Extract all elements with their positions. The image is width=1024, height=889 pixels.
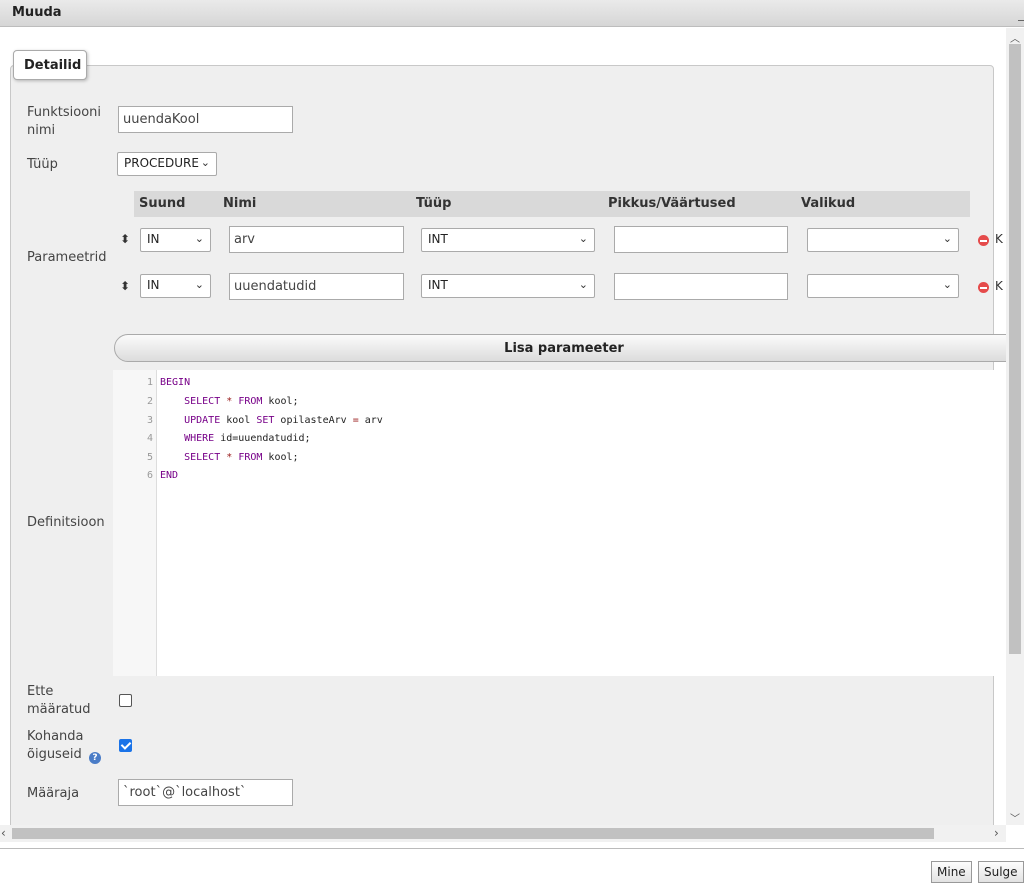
type-label: Tüüp [27,157,58,172]
param-direction-value: IN [147,232,160,246]
code-line: BEGIN [160,377,191,388]
header-direction: Suund [139,196,186,211]
param-options-select[interactable]: ⌄ [807,228,959,252]
type-select[interactable]: PROCEDURE ⌄ [117,152,217,176]
scroll-thumb[interactable] [12,828,934,839]
go-button[interactable]: Mine [931,861,972,883]
add-parameter-button[interactable]: Lisa parameeter [114,334,1006,362]
remove-circle-icon[interactable] [978,282,989,293]
scroll-down-icon[interactable]: ﹀ [1010,810,1020,825]
header-options: Valikud [801,196,856,211]
param-type-value: INT [428,278,448,292]
editor-gutter: 1 2 3 4 5 6 [113,370,157,676]
chevron-down-icon: ⌄ [578,232,588,245]
param-name-input[interactable]: uuendatudid [229,273,404,300]
line-number: 5 [146,452,153,463]
param-direction-value: IN [147,278,160,292]
scroll-right-icon[interactable]: › [994,826,999,840]
code-line: SELECT * FROM kool; [184,452,299,463]
fieldset-legend: Detailid [13,50,87,80]
deterministic-label: Ette määratud [27,684,91,717]
deterministic-checkbox[interactable] [119,694,132,707]
scroll-up-icon[interactable]: ︿ [1010,30,1020,45]
params-label: Parameetrid [27,250,107,265]
function-name-input[interactable]: uuendaKool [118,106,293,133]
line-number: 2 [146,396,153,407]
header-type: Tüüp [416,196,452,211]
chevron-down-icon: ⌄ [194,232,204,245]
function-name-label: Funktsiooni nimi [27,105,102,138]
chevron-down-icon: ⌄ [194,278,204,291]
vertical-scrollbar[interactable]: ︿ ﹀ [1006,28,1024,825]
chevron-down-icon: ⌄ [942,232,952,245]
header-name: Nimi [223,196,257,211]
remove-param-label[interactable]: K [995,279,1003,293]
adjust-privileges-checkbox[interactable] [119,739,132,752]
param-direction-select[interactable]: IN ⌄ [140,274,211,298]
drag-handle-icon[interactable]: ⬍ [120,232,130,246]
param-type-select[interactable]: INT ⌄ [421,274,595,298]
dialog-title: Muuda [12,5,62,20]
chevron-down-icon: ⌄ [200,156,210,169]
param-length-input[interactable] [614,273,788,300]
drag-handle-icon[interactable]: ⬍ [120,279,130,293]
params-table-header: Suund Nimi Tüüp Pikkus/Väärtused Valikud [134,191,970,217]
dialog-titlebar: Muuda [0,0,1024,27]
line-number: 3 [146,415,153,426]
minimize-icon[interactable] [1018,6,1024,21]
help-icon[interactable]: ? [89,752,101,764]
param-name-input[interactable]: arv [229,226,404,253]
param-type-value: INT [428,232,448,246]
definer-input[interactable]: `root`@`localhost` [118,779,293,806]
chevron-down-icon: ⌄ [578,278,588,291]
definition-label: Definitsioon [27,515,105,530]
code-line: END [160,470,179,481]
param-direction-select[interactable]: IN ⌄ [140,228,211,252]
line-number: 6 [146,470,153,481]
header-length: Pikkus/Väärtused [608,196,736,211]
dialog-body: Detailid Funktsiooni nimi uuendaKool Tüü… [0,28,1006,825]
adjust-privileges-label: Kohanda õiguseid [27,729,84,762]
definer-label: Määraja [27,786,80,801]
close-button[interactable]: Sulge [978,861,1024,883]
line-number: 4 [146,433,153,444]
code-line: UPDATE kool SET opilasteArv = arv [184,415,383,426]
code-line: SELECT * FROM kool; [184,396,299,407]
dialog-footer: Mine Sulge [0,848,1024,889]
horizontal-scrollbar[interactable]: ‹ › [0,825,1006,842]
line-number: 1 [146,377,153,388]
scroll-left-icon[interactable]: ‹ [1,826,6,840]
definition-code-editor[interactable]: 1 2 3 4 5 6 BEGIN SELECT * FROM kool; UP… [113,370,1006,676]
param-type-select[interactable]: INT ⌄ [421,228,595,252]
remove-circle-icon[interactable] [978,235,989,246]
remove-param-label[interactable]: K [995,232,1003,246]
type-select-value: PROCEDURE [124,156,199,170]
chevron-down-icon: ⌄ [942,278,952,291]
param-length-input[interactable] [614,226,788,253]
scroll-thumb[interactable] [1009,44,1021,654]
scroll-corner [1006,825,1024,842]
code-line: WHERE id=uuendatudid; [184,433,311,444]
param-options-select[interactable]: ⌄ [807,274,959,298]
